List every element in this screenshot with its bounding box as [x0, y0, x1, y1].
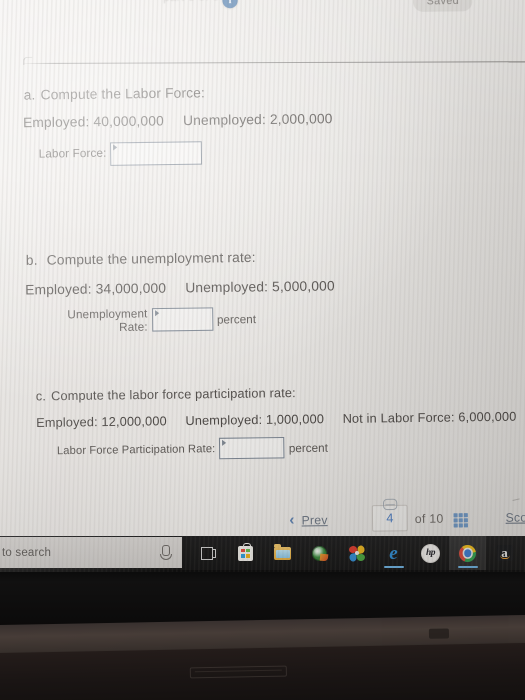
microsoft-edge-icon[interactable]: e — [375, 536, 412, 570]
edge-glyph: e — [389, 542, 398, 564]
status-badge: Saved — [413, 0, 473, 12]
question-b-text: Compute the unemployment rate: — [46, 249, 256, 268]
page-topbar: part 3 of 3 i Saved — [0, 0, 525, 31]
green-app-icon[interactable] — [301, 536, 338, 570]
chevron-left-icon: ‹ — [289, 511, 295, 529]
pinwheel-app-icon[interactable] — [338, 536, 375, 570]
score-link[interactable]: Score a — [506, 510, 525, 525]
score-label: Score a — [505, 510, 525, 525]
lfpr-input[interactable] — [219, 436, 285, 460]
answer-row-a: Labor Force: — [39, 141, 203, 167]
unemployed-value-b: 5,000,000 — [271, 278, 335, 295]
screen-area: part 3 of 3 i Saved a.Compute the Labor … — [0, 0, 525, 572]
labor-force-input[interactable] — [110, 141, 203, 166]
question-block-c: c. Compute the labor force participation … — [5, 383, 525, 460]
question-block-b: b. Compute the unemployment rate: Employ… — [3, 246, 525, 334]
question-a-lead: a. — [23, 87, 36, 103]
lfpr-unit: percent — [288, 442, 328, 456]
unemployment-rate-input[interactable] — [151, 307, 213, 332]
employed-label-b: Employed: — [25, 281, 92, 298]
task-view-icon[interactable] — [190, 536, 227, 570]
page-total: of 10 — [415, 511, 444, 526]
employed-label-a: Employed: — [22, 114, 90, 131]
stepper-icon[interactable] — [382, 498, 397, 511]
text-caret-icon — [113, 144, 118, 151]
file-explorer-icon[interactable] — [264, 536, 301, 570]
page-number-value: 4 — [386, 511, 394, 526]
employed-value-a: 40,000,000 — [93, 113, 165, 130]
microsoft-store-glyph — [238, 542, 253, 561]
google-chrome-icon[interactable] — [449, 536, 486, 570]
unemployed-label-b: Unemployed: — [185, 279, 269, 296]
task-view-glyph — [201, 547, 216, 560]
unemployment-rate-label-line2: Rate: — [119, 320, 148, 334]
unemployed-value-a: 2,000,000 — [269, 110, 333, 128]
section-divider — [23, 61, 525, 64]
labor-force-label: Labor Force: — [38, 147, 107, 161]
pinwheel-app-glyph — [347, 544, 366, 562]
question-a-stats: Employed: 40,000,000 Unemployed: 2,000,0… — [23, 111, 333, 130]
taskbar-icon-list: e hp a — [190, 536, 523, 570]
page-number-stepper[interactable]: 4 — [371, 498, 408, 532]
hp-support-icon[interactable]: hp — [412, 536, 449, 570]
question-c-prompt: c. Compute the labor force participation … — [36, 386, 296, 404]
laptop-screen-photo: part 3 of 3 i Saved a.Compute the Labor … — [0, 0, 525, 700]
page-total-label: of 10 — [414, 511, 444, 527]
microsoft-store-icon[interactable] — [227, 536, 264, 570]
not-in-labor-force-value-c: 6,000,000 — [458, 409, 517, 425]
decorative-tick — [512, 498, 520, 502]
running-indicator — [457, 566, 478, 568]
question-map-button[interactable] — [453, 513, 468, 528]
employed-label-c: Employed: — [36, 414, 98, 431]
laptop-deck — [0, 642, 525, 700]
not-in-labor-force-label-c: Not in Labor Force: — [342, 410, 455, 426]
unemployed-label-a: Unemployed: — [182, 111, 267, 129]
hinge-vent — [428, 628, 450, 639]
text-caret-icon — [154, 310, 159, 317]
search-input[interactable]: to search — [0, 537, 182, 568]
running-indicator — [383, 566, 404, 568]
search-input-text: to search — [2, 546, 52, 559]
answer-row-c: Labor Force Participation Rate: percent — [57, 436, 328, 461]
grid-keypad-icon — [453, 513, 468, 528]
assignment-page: part 3 of 3 i Saved a.Compute the Labor … — [0, 0, 525, 551]
unemployment-rate-label-line1: Unemployment — [67, 308, 148, 322]
unemployed-value-c: 1,000,000 — [265, 411, 325, 427]
keyboard-key — [189, 665, 287, 679]
employed-value-b: 34,000,000 — [95, 280, 167, 297]
employed-value-c: 12,000,000 — [101, 414, 167, 430]
question-b-prompt: b. Compute the unemployment rate: — [26, 250, 256, 268]
lfpr-label: Labor Force Participation Rate: — [56, 442, 216, 458]
unemployed-label-c: Unemployed: — [185, 412, 263, 429]
unemployment-rate-label: Unemployment Rate: — [67, 306, 147, 335]
question-a-prompt: a. Compute the Labor Force: — [24, 85, 205, 103]
unemployment-rate-unit: percent — [216, 313, 257, 327]
question-a-text: Compute the Labor Force: — [40, 85, 206, 103]
question-c-stats: Employed: 12,000,000 Unemployed: 1,000,0… — [36, 409, 517, 430]
question-block-a: a. Compute the Labor Force: Employed: 40,… — [1, 81, 525, 166]
prev-button[interactable]: ‹ Prev — [289, 511, 328, 529]
text-caret-icon — [222, 439, 227, 446]
amazon-glyph: a — [496, 545, 513, 561]
page-number-input[interactable]: 4 — [371, 498, 408, 532]
prev-label: Prev — [301, 512, 328, 528]
question-b-lead: b. — [25, 252, 38, 268]
info-icon[interactable]: i — [222, 0, 238, 9]
answer-row-b: Unemployment Rate: percent — [67, 305, 256, 335]
question-b-stats: Employed: 34,000,000 Unemployed: 5,000,0… — [25, 278, 335, 297]
microphone-icon[interactable] — [160, 545, 172, 560]
question-c-lead: c. — [35, 389, 47, 404]
amazon-icon[interactable]: a — [486, 536, 523, 570]
windows-taskbar: to search e hp a — [0, 536, 525, 570]
green-app-glyph — [312, 545, 327, 561]
question-c-text: Compute the labor force participation ra… — [51, 385, 296, 404]
breadcrumb: part 3 of 3 — [163, 0, 219, 4]
hp-glyph: hp — [421, 543, 440, 563]
file-explorer-glyph — [274, 543, 291, 560]
chrome-glyph — [459, 544, 476, 562]
